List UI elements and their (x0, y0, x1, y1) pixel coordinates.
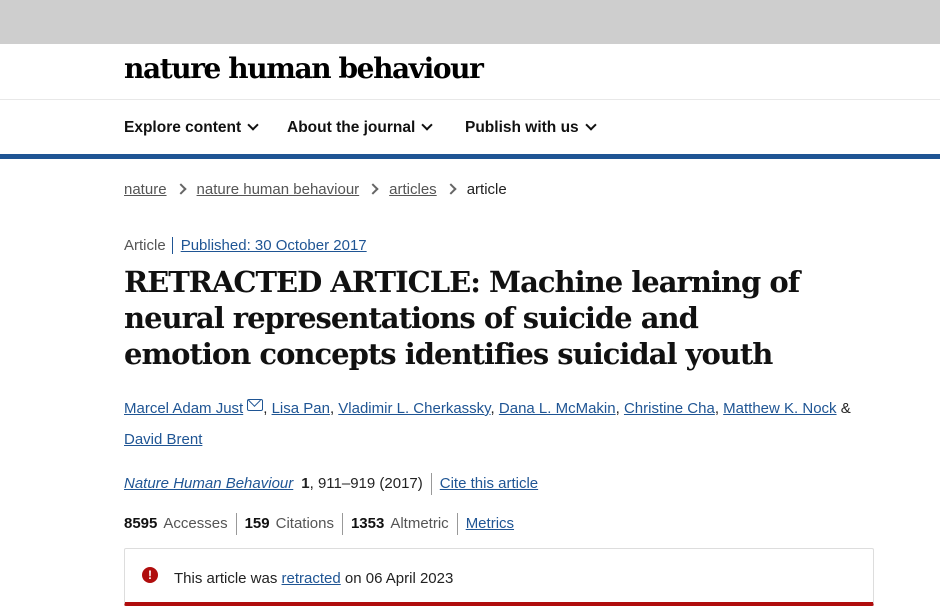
metrics-link[interactable]: Metrics (466, 515, 514, 532)
citations-label: Citations (275, 514, 334, 532)
article-meta: Article Published: 30 October 2017 (124, 237, 367, 254)
author-link[interactable]: Vladimir L. Cherkassky (338, 400, 490, 417)
breadcrumb-current: article (466, 181, 507, 198)
article-title: RETRACTED ARTICLE: Machine learning of n… (124, 265, 800, 371)
author-link[interactable]: David Brent (124, 431, 202, 448)
author-link[interactable]: Matthew K. Nock (723, 400, 836, 417)
journal-logo[interactable]: nature human behaviour (124, 52, 484, 85)
nav-publish-label: Publish with us (465, 119, 579, 136)
accesses-label: Accesses (163, 514, 228, 532)
notice-text-before: This article was (174, 570, 278, 587)
chevron-right-icon (367, 183, 379, 195)
retraction-text: This article was retracted on 06 April 2… (174, 570, 453, 587)
nav-explore-content[interactable]: Explore content (124, 119, 259, 137)
chevron-right-icon (174, 183, 187, 195)
author-link[interactable]: Dana L. McMakin (499, 400, 616, 417)
notice-text-after: on 06 April 2023 (344, 570, 454, 587)
breadcrumb-nature[interactable]: nature (124, 181, 167, 198)
citations-count: 159 (244, 514, 270, 532)
author-link[interactable]: Lisa Pan (272, 400, 330, 417)
divider (235, 513, 237, 535)
masthead: nature human behaviour (0, 44, 940, 100)
chevron-down-icon (421, 119, 433, 131)
published-date-link[interactable]: Published: 30 October 2017 (171, 237, 367, 254)
chevron-down-icon (247, 119, 259, 131)
chevron-right-icon (445, 183, 457, 195)
divider (456, 513, 458, 535)
breadcrumb-articles[interactable]: articles (389, 181, 437, 198)
altmetric-score: 1353 (350, 514, 385, 532)
nav-about-journal[interactable]: About the journal (287, 119, 433, 137)
main-nav: Explore content About the journal Publis… (0, 100, 940, 159)
author-link[interactable]: Marcel Adam Just (124, 400, 243, 417)
alert-icon: ! (142, 567, 158, 583)
accesses-count: 8595 (124, 514, 158, 532)
nav-explore-content-label: Explore content (124, 119, 242, 136)
browser-top-bar (0, 0, 940, 44)
article-type: Article (124, 237, 166, 254)
nav-publish-with-us[interactable]: Publish with us (465, 119, 597, 137)
divider (430, 473, 432, 495)
breadcrumb: nature nature human behaviour articles arti… (124, 181, 507, 198)
journal-name-link[interactable]: Nature Human Behaviour (124, 475, 293, 492)
author-link[interactable]: Christine Cha (624, 400, 715, 417)
metrics-bar: 8595 Accesses 159 Citations 1353 Altmetric Met… (124, 513, 514, 535)
divider (341, 513, 343, 535)
chevron-down-icon (585, 119, 597, 131)
retraction-notice: ! This article was retracted on 06 April… (124, 548, 874, 606)
nav-about-journal-label: About the journal (287, 119, 416, 136)
envelope-icon[interactable] (247, 399, 264, 411)
cite-article-link[interactable]: Cite this article (440, 475, 538, 492)
volume: 1 (301, 474, 310, 492)
altmetric-label: Altmetric (390, 514, 449, 532)
citation-row: Nature Human Behaviour 1, 911–919 (2017) C… (124, 473, 538, 495)
pages-year: , 911–919 (2017) (309, 474, 423, 492)
breadcrumb-journal[interactable]: nature human behaviour (197, 181, 360, 198)
retracted-link[interactable]: retracted (282, 570, 341, 587)
author-list: Marcel Adam Just, Lisa Pan, Vladimir L. … (124, 399, 851, 448)
